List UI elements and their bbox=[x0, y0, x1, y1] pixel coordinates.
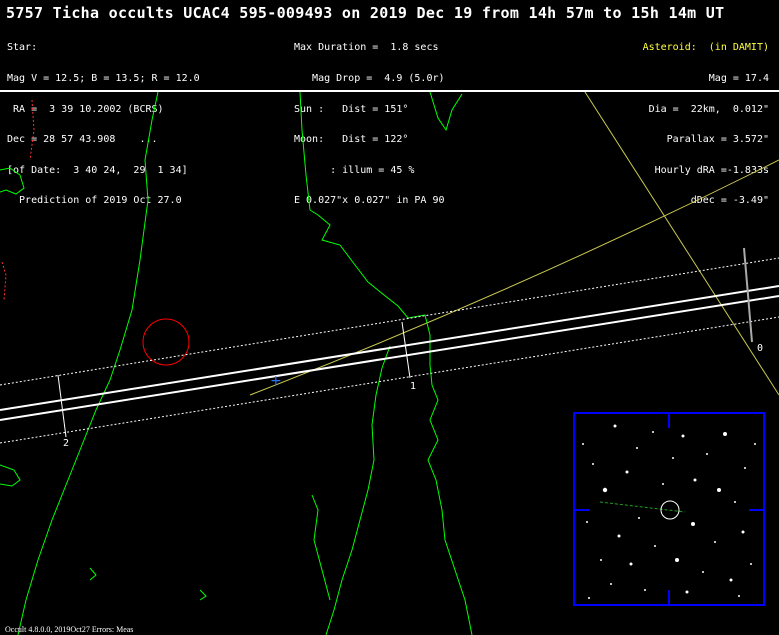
time-tick bbox=[57, 374, 67, 438]
path-label-0: 0 bbox=[757, 343, 764, 354]
event-info-line: Max Duration = 1.8 secs bbox=[294, 42, 439, 54]
event-title: 5757 Ticha occults UCAC4 595-009493 on 2… bbox=[6, 4, 725, 22]
grid-line bbox=[584, 92, 779, 396]
star-info-line: Mag V = 12.5; B = 13.5; R = 12.0 bbox=[7, 73, 200, 84]
star-info-line: Star: bbox=[7, 42, 38, 54]
software-footer: Occult 4.8.0.0, 2019Oct27 Errors: Meas bbox=[5, 625, 134, 634]
occultation-map-window: 5757 Ticha occults UCAC4 595-009493 on 2… bbox=[0, 0, 779, 635]
path-limit-north bbox=[0, 257, 779, 386]
plus-marker-icon: + bbox=[270, 373, 282, 389]
boundary-line bbox=[29, 99, 35, 161]
path-edge-north bbox=[0, 285, 779, 411]
path-label-1: 1 bbox=[410, 381, 417, 392]
star-field bbox=[575, 414, 763, 604]
event-info-line: Mag Drop = 4.9 (5.0r) bbox=[294, 73, 445, 84]
boundary-line bbox=[1, 261, 7, 301]
asteroid-track bbox=[599, 501, 686, 513]
star-chart-inset[interactable] bbox=[573, 412, 765, 606]
coastline bbox=[0, 92, 473, 635]
path-label-2: 2 bbox=[63, 438, 70, 449]
field-stars bbox=[582, 424, 756, 599]
asteroid-info-line: Mag = 17.4 bbox=[708, 73, 769, 84]
asteroid-header: Asteroid: (in DAMIT) bbox=[642, 42, 769, 54]
